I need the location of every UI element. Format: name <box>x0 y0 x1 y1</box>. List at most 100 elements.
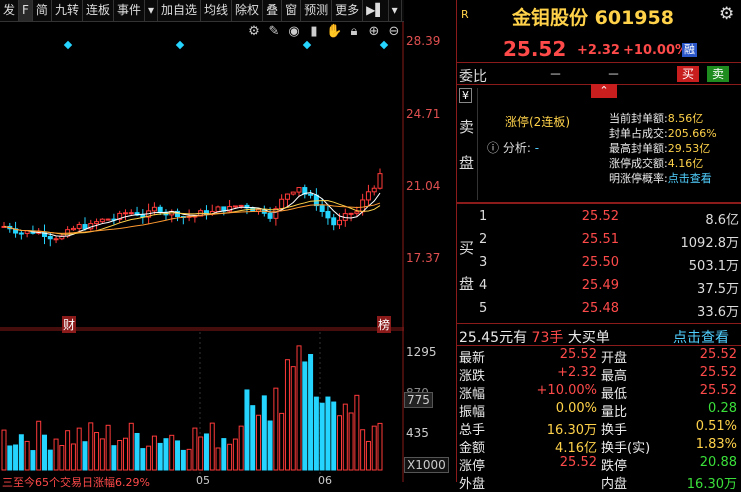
seal-stat-label: 当前封单额: <box>609 112 668 125</box>
seal-stat-row[interactable]: 明涨停概率:点击查看 <box>609 171 741 186</box>
volume-bar <box>221 438 227 471</box>
volume-bar <box>13 444 19 471</box>
toolbar-item[interactable]: ▶▌ <box>363 0 389 21</box>
toolbar-item[interactable]: 加自选 <box>158 0 202 21</box>
volume-bar <box>227 443 233 471</box>
toolbar-item[interactable]: 更多 <box>332 0 364 21</box>
bid-row[interactable]: 5 25.48 33.6万 <box>479 301 741 323</box>
bid-price: 25.48 <box>581 301 619 316</box>
toolbar-item[interactable]: 简 <box>33 0 52 21</box>
toolbar-item[interactable]: 均线 <box>201 0 233 21</box>
volume-bar <box>157 442 163 471</box>
volume-bar <box>151 435 157 471</box>
volume-bar <box>238 425 244 471</box>
collapse-icon[interactable]: ⌃ <box>591 84 617 98</box>
stock-name: 金钼股份 <box>512 7 589 29</box>
event-marker-ranking[interactable]: 榜 <box>377 316 392 333</box>
toolbar-item[interactable]: 预测 <box>301 0 333 21</box>
candle-body <box>99 218 105 223</box>
seal-stat-value: 4.16亿 <box>667 157 704 170</box>
volume-bar <box>198 436 204 471</box>
toolbar-item[interactable]: 连板 <box>83 0 114 21</box>
settings-icon[interactable]: ⚙ <box>719 4 734 24</box>
stat-label: 最低 <box>601 387 628 402</box>
bid-price: 25.49 <box>581 278 619 293</box>
diamond-marker-icon[interactable] <box>379 40 389 50</box>
analysis[interactable]: ⓘ 分析: - <box>487 139 539 156</box>
toolbar-item[interactable]: 事件 <box>114 0 145 21</box>
volume-bar <box>244 389 250 471</box>
sell-button[interactable]: 卖 <box>707 66 729 82</box>
volume-bar <box>365 440 371 471</box>
analysis-value: - <box>534 141 540 155</box>
range-change-text: 三至今65个交易日涨幅6.29% <box>2 476 150 489</box>
volume-bar <box>371 425 377 471</box>
weibi-diff: － <box>607 68 621 83</box>
volume-bar <box>7 445 13 471</box>
candle-body <box>337 219 343 226</box>
sell-side-label: 盘 <box>459 154 475 172</box>
volume-bar <box>111 445 117 471</box>
event-marker-financial[interactable]: 财 <box>62 316 77 333</box>
margin-badge: 融 <box>682 43 697 57</box>
seal-stat-value: 29.53亿 <box>667 142 711 155</box>
big-order-link[interactable]: 点击查看 <box>673 327 729 347</box>
limit-status: 涨停(2连板) <box>505 115 570 129</box>
toolbar-item[interactable]: ▾ <box>389 0 402 21</box>
diamond-marker-icon[interactable] <box>63 40 73 50</box>
volume-bar <box>296 345 302 471</box>
bid-row[interactable]: 4 25.49 37.5万 <box>479 278 741 300</box>
chart-toolbar: 发 F 简九转 连板 事件 ▾ 加自选 均线 除权叠窗预测 更多 ▶▌ ▾ <box>0 0 404 22</box>
toolbar-item[interactable]: F <box>19 0 33 21</box>
toolbar-item[interactable]: 叠 <box>263 0 283 21</box>
volume-bar <box>302 361 308 471</box>
bid-level: 5 <box>479 301 488 316</box>
bid-row[interactable]: 1 25.52 8.6亿 <box>479 209 741 231</box>
bid-price: 25.52 <box>581 209 619 224</box>
price-change: +2.32 <box>577 43 620 58</box>
bid-row[interactable]: 3 25.50 503.1万 <box>479 255 741 277</box>
volume-bar <box>342 403 348 471</box>
candle-body <box>18 232 24 235</box>
month-label: 06 <box>318 474 332 487</box>
candle-body <box>238 204 244 207</box>
stat-label: 内盘 <box>601 477 628 492</box>
candle-body <box>128 212 134 215</box>
price-change-pct: +10.00% <box>623 43 689 58</box>
diamond-marker-icon[interactable] <box>302 40 312 50</box>
volume-bar <box>354 394 360 471</box>
volume-bar <box>140 448 146 471</box>
stat-value: 0.00% <box>555 401 597 416</box>
bid-list: 1 25.52 8.6亿 2 25.51 1092.8万 3 25.50 503.1万 4 25.4… <box>457 209 741 324</box>
volume-bar <box>325 396 331 471</box>
stat-label: 最新 <box>459 351 486 366</box>
toolbar-item[interactable]: ▾ <box>145 0 159 21</box>
toolbar-item[interactable]: 发 <box>0 0 20 21</box>
volume-bar <box>169 434 175 471</box>
toolbar-item[interactable]: 九转 <box>52 0 83 21</box>
currency-icon[interactable]: ¥ <box>459 88 472 103</box>
month-label: 05 <box>196 474 210 487</box>
diamond-marker-icon[interactable] <box>175 40 185 50</box>
bid-level: 3 <box>479 255 488 270</box>
bid-price: 25.50 <box>581 255 619 270</box>
toolbar-item[interactable]: 窗 <box>282 0 302 21</box>
big-order-qty: 73手 <box>531 330 564 346</box>
candle-body <box>151 206 157 212</box>
stat-label: 涨幅 <box>459 387 486 402</box>
stat-value: 0.51% <box>695 419 737 434</box>
candle-body <box>53 238 59 241</box>
volume-bar <box>1 429 7 471</box>
toolbar-item[interactable]: 除权 <box>232 0 264 21</box>
volume-bar <box>261 395 267 471</box>
bid-row[interactable]: 2 25.51 1092.8万 <box>479 232 741 254</box>
moving-averages-group <box>3 192 381 237</box>
volume-axis-label: 1295 <box>406 345 437 359</box>
candle-body <box>94 221 100 225</box>
stat-label: 总手 <box>459 423 486 438</box>
divider <box>457 323 741 324</box>
bid-level: 2 <box>479 232 488 247</box>
stat-value: 4.16亿 <box>555 441 597 456</box>
kline-chart[interactable] <box>0 22 404 482</box>
buy-button[interactable]: 买 <box>677 66 699 82</box>
